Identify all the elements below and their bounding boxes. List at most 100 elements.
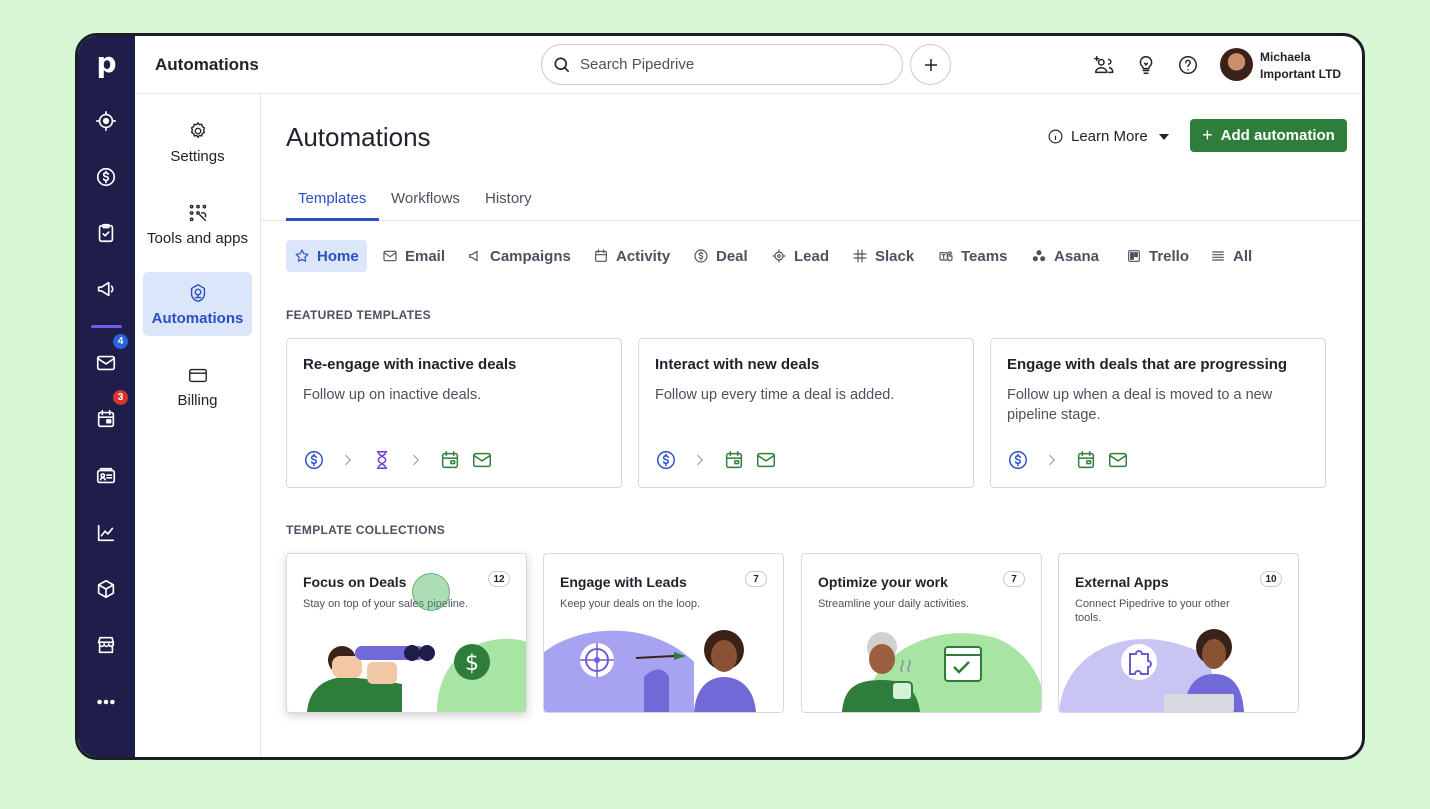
products-icon[interactable] [91, 574, 121, 604]
learn-more-dropdown[interactable]: Learn More [1047, 128, 1169, 145]
pipedrive-logo[interactable]: p [78, 46, 135, 79]
deals-icon[interactable] [91, 162, 121, 192]
invite-users-icon[interactable] [1091, 52, 1117, 78]
chip-label: Trello [1149, 247, 1190, 265]
page-title: Automations [286, 122, 431, 152]
chip-deal[interactable]: Deal [685, 240, 756, 272]
sidebar-item-tools-and-apps[interactable]: Tools and apps [143, 192, 252, 256]
tips-lightbulb-icon[interactable] [1133, 52, 1159, 78]
deal-icon [657, 451, 675, 469]
add-automation-button[interactable]: + Add automation [1190, 119, 1347, 152]
chevron-right-icon [697, 454, 703, 466]
star-icon [295, 249, 309, 262]
main-nav-rail: p 4 3 [78, 36, 135, 757]
collection-card-engage-with-leads[interactable]: Engage with Leads Keep your deals on the… [543, 553, 784, 713]
quick-add-button[interactable] [910, 44, 951, 85]
collection-description: Stay on top of your sales pipeline. [303, 598, 469, 610]
chip-teams[interactable]: Teams [930, 240, 1015, 272]
activity-icon [1077, 451, 1095, 469]
collection-description: Connect Pipedrive to your other tools. [1075, 598, 1230, 624]
calendar-icon[interactable] [91, 404, 121, 434]
mail-badge: 4 [112, 333, 129, 350]
plus-icon [924, 58, 937, 71]
template-card[interactable]: Engage with deals that are progressing F… [990, 338, 1326, 488]
activity-icon [441, 451, 459, 469]
activities-icon[interactable] [91, 218, 121, 248]
card-icon [188, 368, 207, 382]
chip-label: Email [405, 247, 446, 265]
app-window: p 4 3 Automations Search Pipedrive Micha… [75, 33, 1365, 760]
chip-all[interactable]: All [1202, 240, 1260, 272]
slack-icon [853, 249, 867, 263]
sidebar-item-label: Automations [151, 309, 244, 327]
chip-label: Home [317, 247, 359, 265]
tab-history[interactable]: History [485, 190, 532, 207]
sidebar-item-billing[interactable]: Billing [143, 354, 252, 418]
chip-campaigns[interactable]: Campaigns [459, 240, 579, 272]
tab-workflows[interactable]: Workflows [391, 190, 460, 207]
template-flow [1007, 449, 1129, 471]
deal-icon [1009, 451, 1027, 469]
template-title: Re-engage with inactive deals [303, 356, 517, 373]
sidebar-item-label: Settings [170, 147, 225, 165]
chip-label: Asana [1054, 247, 1100, 265]
template-card[interactable]: Re-engage with inactive deals Follow up … [286, 338, 622, 488]
sidebar-item-label: Billing [177, 391, 218, 409]
featured-templates-heading: FEATURED TEMPLATES [286, 308, 431, 322]
collection-title: Engage with Leads [560, 574, 687, 590]
add-automation-label: Add automation [1220, 127, 1335, 144]
template-description: Follow up every time a deal is added. [655, 387, 895, 403]
collection-count-badge: 7 [1003, 571, 1025, 587]
template-description: Follow up when a deal is moved to a new … [1007, 387, 1273, 423]
deal-icon [305, 451, 323, 469]
collection-card-external-apps[interactable]: External Apps Connect Pipedrive to your … [1058, 553, 1299, 713]
template-title: Engage with deals that are progressing [1007, 356, 1288, 373]
user-account-menu[interactable]: Michaela Important LTD [1260, 49, 1341, 83]
teams-icon [939, 251, 953, 262]
sidebar-item-settings[interactable]: Settings [143, 110, 252, 174]
search-input[interactable]: Search Pipedrive [541, 44, 903, 85]
chip-label: Lead [794, 247, 830, 265]
email-icon [473, 452, 491, 468]
collection-card-focus-on-deals[interactable]: Focus on Deals Stay on top of your sales… [286, 553, 527, 713]
binoculars-illustration: $ [307, 638, 526, 712]
chip-label: All [1233, 247, 1253, 265]
mail-icon[interactable] [91, 348, 121, 378]
chip-trello[interactable]: Trello [1118, 240, 1197, 272]
automations-icon [190, 283, 205, 302]
active-tab-indicator [286, 218, 379, 221]
target-icon [772, 249, 786, 263]
more-icon[interactable] [91, 687, 121, 717]
template-card[interactable]: Interact with new deals Follow up every … [638, 338, 974, 488]
help-icon[interactable] [1175, 52, 1201, 78]
cursor-highlight [412, 573, 450, 611]
gear-icon [190, 121, 205, 138]
target-icon[interactable] [91, 106, 121, 136]
chip-asana[interactable]: Asana [1023, 240, 1107, 272]
contacts-icon[interactable] [91, 461, 121, 491]
chip-email[interactable]: Email [374, 240, 453, 272]
tab-templates[interactable]: Templates [298, 190, 366, 207]
caret-down-icon [1158, 133, 1169, 140]
user-company: Important LTD [1260, 67, 1342, 81]
user-avatar[interactable] [1220, 48, 1253, 81]
collection-title: Optimize your work [818, 574, 948, 590]
insights-icon[interactable] [91, 518, 121, 548]
top-bar: Automations Search Pipedrive Michaela Im… [135, 36, 1362, 94]
collection-title: External Apps [1075, 574, 1169, 590]
chip-lead[interactable]: Lead [763, 240, 837, 272]
sidebar-item-label: Tools and apps [147, 229, 248, 247]
marketplace-icon[interactable] [91, 630, 121, 660]
chip-activity[interactable]: Activity [585, 240, 678, 272]
coffee-calendar-illustration [842, 632, 1041, 712]
chevron-right-icon [1049, 454, 1055, 466]
chip-home[interactable]: Home [286, 240, 367, 272]
collection-card-optimize-your-work[interactable]: Optimize your work Streamline your daily… [801, 553, 1042, 713]
template-description: Follow up on inactive deals. [303, 387, 482, 403]
chip-slack[interactable]: Slack [844, 240, 922, 272]
collection-title: Focus on Deals [303, 574, 407, 590]
collection-count-badge: 10 [1260, 571, 1282, 587]
campaigns-icon[interactable] [91, 274, 121, 304]
sidebar-item-automations[interactable]: Automations [143, 272, 252, 336]
puzzle-piece-illustration [1059, 629, 1244, 712]
